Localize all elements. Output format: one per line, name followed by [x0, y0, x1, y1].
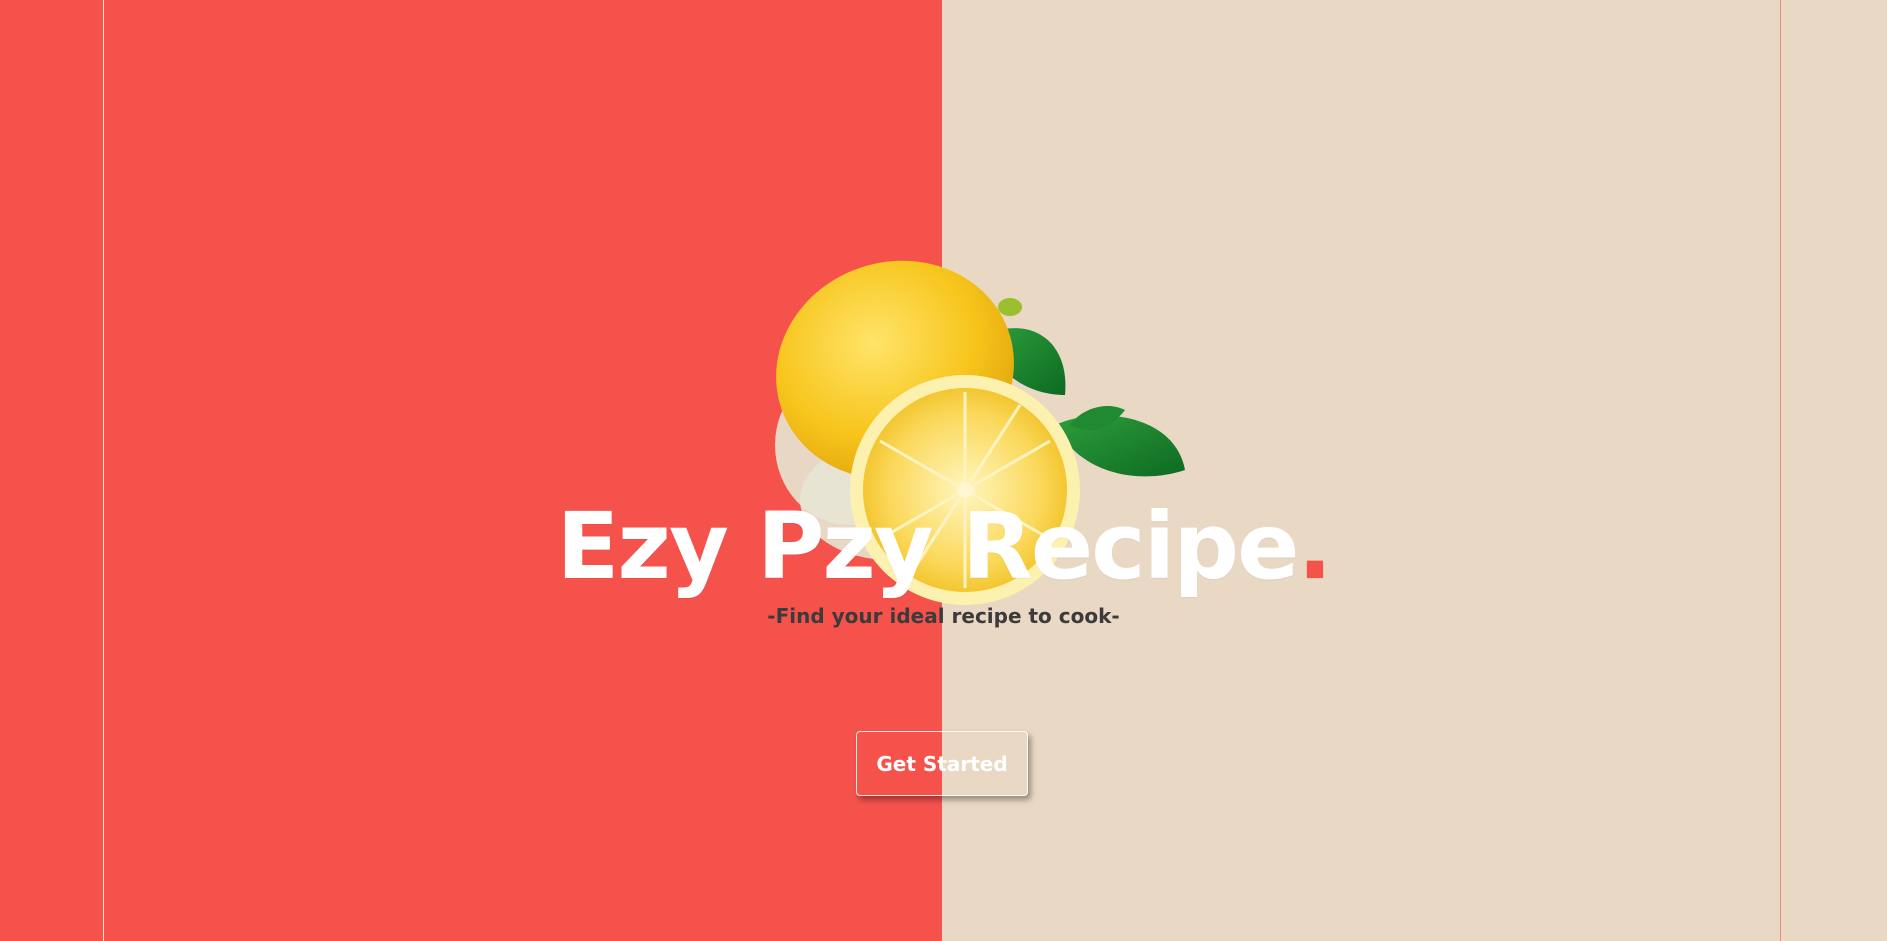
- hero-title-dot: .: [1297, 493, 1332, 600]
- hero-title-text: Ezy Pzy Recipe: [556, 493, 1300, 600]
- hero-tagline: -Find your ideal recipe to cook-: [767, 604, 1120, 628]
- right-guide-line: [1780, 0, 1781, 941]
- hero-heading-wrap: Ezy Pzy Recipe.: [0, 492, 1887, 602]
- get-started-button[interactable]: Get Started: [856, 731, 1028, 796]
- left-guide-line: [103, 0, 104, 941]
- hero-title: Ezy Pzy Recipe.: [556, 492, 1333, 602]
- landing-page: Ezy Pzy Recipe. -Find your ideal recipe …: [0, 0, 1887, 941]
